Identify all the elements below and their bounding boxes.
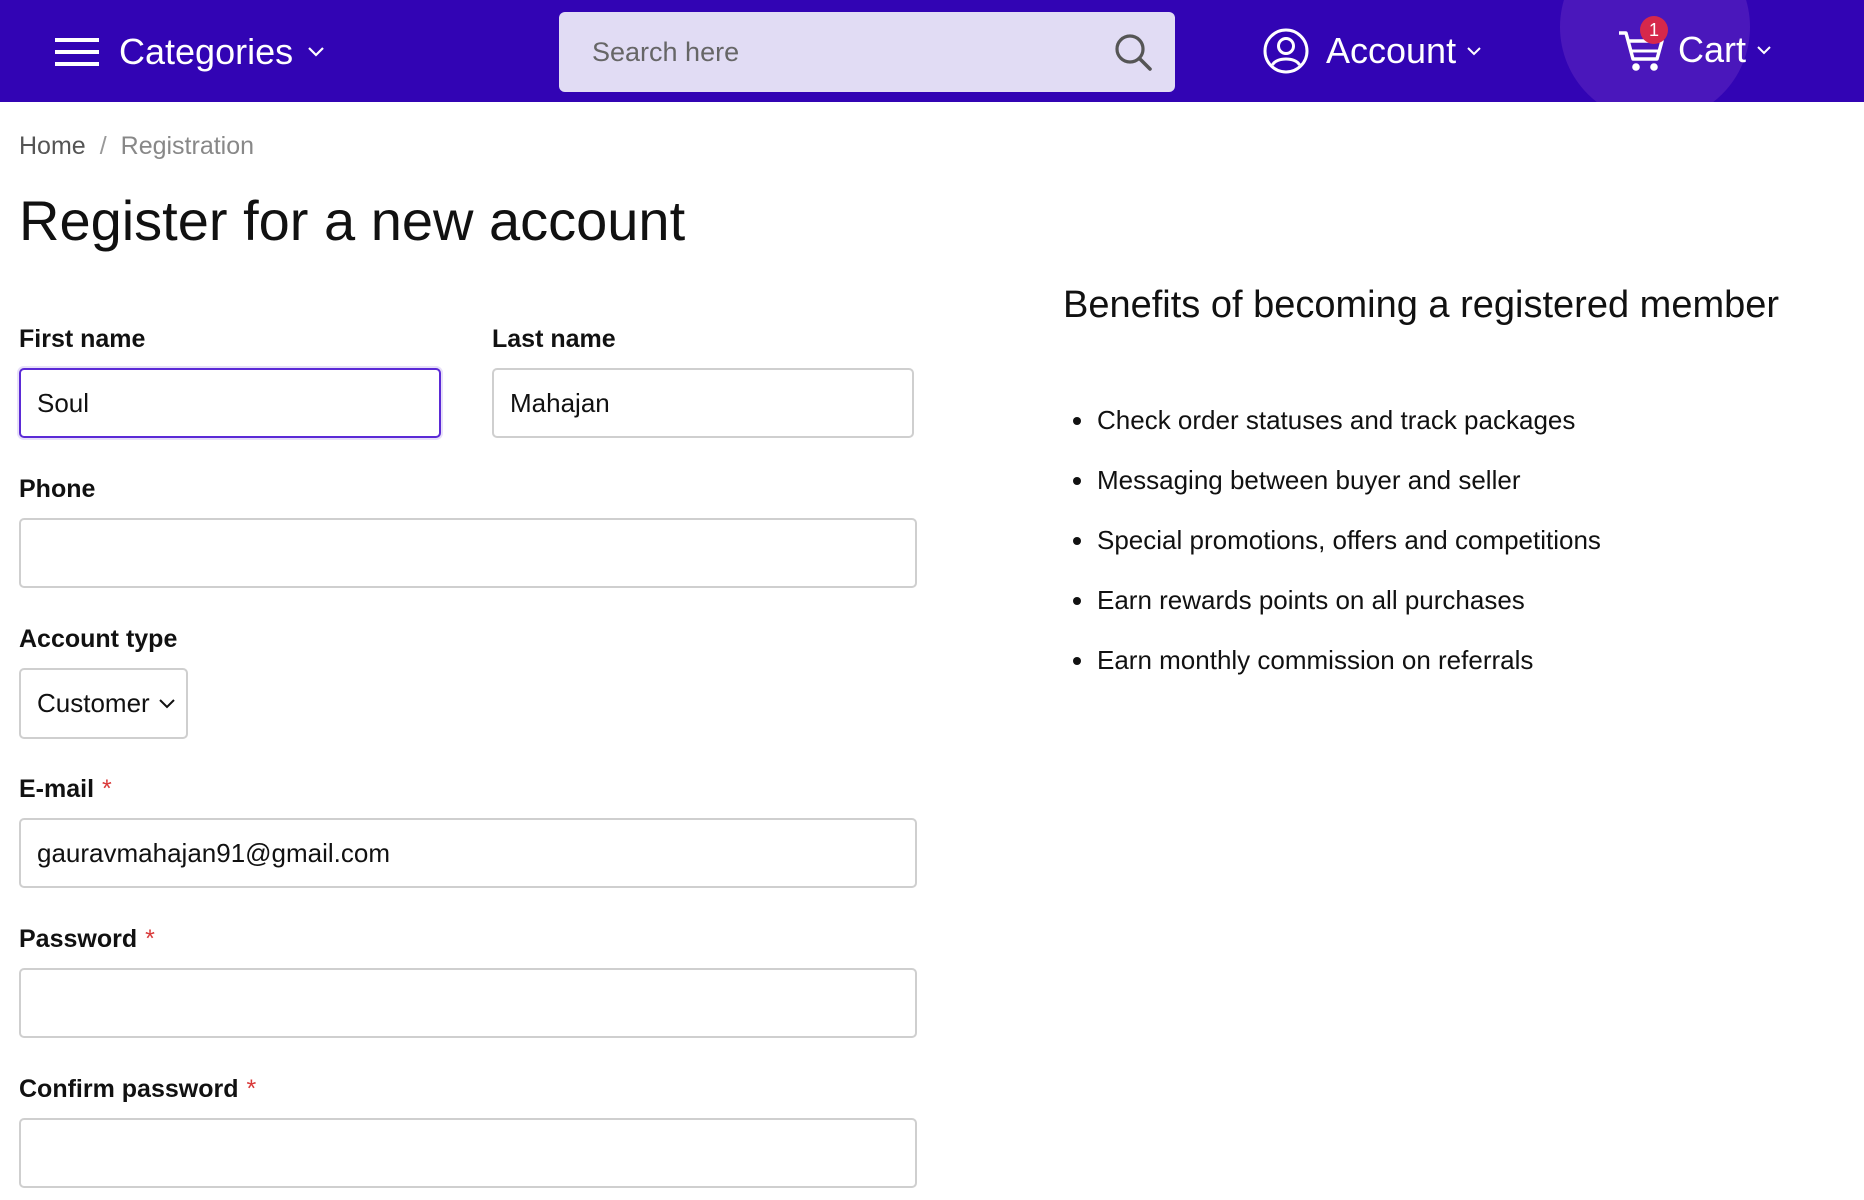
email-label-text: E-mail bbox=[19, 775, 95, 803]
breadcrumb-home-link[interactable]: Home bbox=[19, 132, 86, 161]
account-type-selected-value: Customer bbox=[37, 688, 150, 718]
first-name-label: First name bbox=[19, 325, 146, 353]
search-box bbox=[559, 12, 1175, 92]
benefits-heading: Benefits of becoming a registered member bbox=[1063, 284, 1780, 326]
benefit-item: Check order statuses and track packages bbox=[1063, 400, 1601, 460]
account-menu-button[interactable]: Account bbox=[1262, 25, 1482, 77]
account-type-select[interactable]: Customer bbox=[19, 668, 188, 739]
categories-menu-button[interactable]: Categories bbox=[55, 28, 325, 76]
email-field[interactable] bbox=[19, 818, 917, 888]
chevron-down-icon bbox=[308, 47, 324, 57]
last-name-field[interactable] bbox=[492, 368, 914, 438]
hamburger-menu-icon bbox=[55, 38, 99, 66]
confirm-password-label: Confirm password * bbox=[19, 1075, 256, 1104]
benefits-list: Check order statuses and track packages … bbox=[1063, 400, 1601, 700]
breadcrumb-separator: / bbox=[99, 132, 107, 160]
required-marker: * bbox=[102, 775, 112, 803]
password-label: Password * bbox=[19, 925, 155, 954]
first-name-field[interactable] bbox=[19, 368, 441, 438]
breadcrumb: Home / Registration bbox=[19, 132, 254, 161]
categories-label: Categories bbox=[119, 31, 294, 72]
page-title: Register for a new account bbox=[19, 189, 686, 252]
required-marker: * bbox=[145, 925, 155, 953]
required-marker: * bbox=[246, 1075, 257, 1103]
search-input[interactable] bbox=[559, 12, 1099, 92]
breadcrumb-current: Registration bbox=[120, 132, 255, 160]
password-label-text: Password bbox=[19, 925, 138, 953]
benefit-item: Earn rewards points on all purchases bbox=[1063, 580, 1601, 640]
chevron-down-icon bbox=[1467, 46, 1481, 55]
confirm-password-field[interactable] bbox=[19, 1118, 917, 1188]
cart-count-badge: 1 bbox=[1640, 16, 1668, 44]
phone-label: Phone bbox=[19, 475, 96, 503]
top-navigation-bar: Categories Account Cart bbox=[0, 0, 1864, 102]
chevron-down-icon bbox=[159, 699, 175, 709]
account-label: Account bbox=[1326, 30, 1457, 71]
benefit-item: Special promotions, offers and competiti… bbox=[1063, 520, 1601, 580]
password-field[interactable] bbox=[19, 968, 917, 1038]
confirm-password-label-text: Confirm password bbox=[19, 1075, 239, 1103]
last-name-label: Last name bbox=[492, 325, 616, 353]
phone-field[interactable] bbox=[19, 518, 917, 588]
search-icon[interactable] bbox=[1113, 32, 1153, 72]
account-type-label: Account type bbox=[19, 625, 178, 653]
benefit-item: Earn monthly commission on referrals bbox=[1063, 640, 1601, 700]
benefit-item: Messaging between buyer and seller bbox=[1063, 460, 1601, 520]
cart-label: Cart bbox=[1678, 29, 1747, 70]
chevron-down-icon bbox=[1757, 45, 1771, 54]
email-label: E-mail * bbox=[19, 775, 112, 804]
user-account-icon bbox=[1263, 28, 1309, 74]
